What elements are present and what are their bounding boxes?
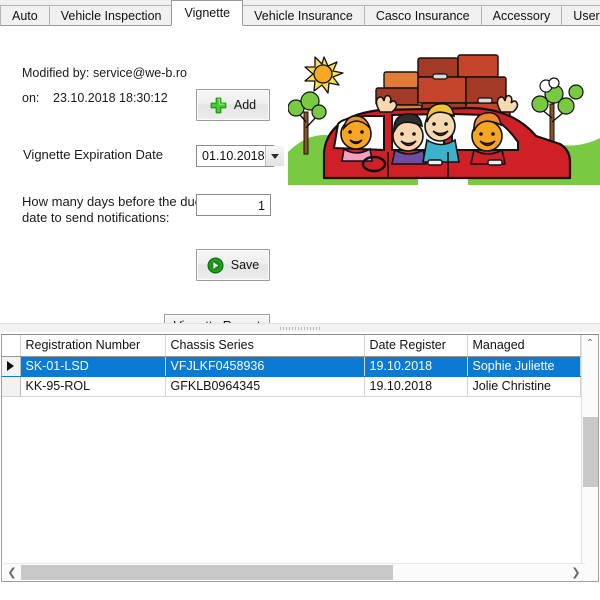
table-cell[interactable]: Sophie Juliette [467,356,581,377]
expiration-date-value: 01.10.2018 [202,149,265,163]
tab-bar: Auto Vehicle Inspection Vignette Vehicle In… [0,0,600,26]
tab-list: Auto Vehicle Inspection Vignette Vehicle In… [0,0,600,26]
vignette-data-grid: Registration Number Chassis Series Date … [1,334,599,582]
expiration-date-label: Vignette Expiration Date [23,147,163,162]
row-selector-cell[interactable] [2,376,21,397]
add-button-label: Add [233,97,257,112]
grid-vertical-scrollbar[interactable]: ⌃ ⌄ [581,335,598,581]
tab-auto[interactable]: Auto [0,5,49,26]
panel-splitter[interactable] [0,323,600,332]
table-row[interactable]: KK-95-ROL GFKLB0964345 19.10.2018 Jolie Chr… [2,376,581,397]
chevron-down-icon[interactable] [264,146,284,166]
modified-on-label: on: [22,91,40,105]
table-body: SK-01-LSD VFJLKF0458936 19.10.2018 Sophie J… [2,356,581,397]
tab-vignette[interactable]: Vignette [171,0,244,26]
modified-by-label: Modified by: [22,66,90,80]
scrollbar-corner [581,564,597,580]
tab-vehicle-insurance[interactable]: Vehicle Insurance [242,5,364,26]
vignette-form-panel: Modified by: service@we-b.ro on: 23.10.2… [0,26,600,323]
row-selector-cell[interactable] [2,356,21,377]
table-cell[interactable]: Jolie Christine [467,376,581,397]
table-cell[interactable]: GFKLB0964345 [165,376,365,397]
add-button[interactable]: Add [196,89,270,121]
horizontal-scrollbar-thumb[interactable] [21,565,393,580]
save-button-label: Save [230,257,260,272]
tab-users[interactable]: Users [561,5,600,26]
vignette-table: Registration Number Chassis Series Date … [2,335,581,397]
table-row[interactable]: SK-01-LSD VFJLKF0458936 19.10.2018 Sophie J… [2,356,581,377]
table-header-row: Registration Number Chassis Series Date … [2,335,581,357]
vignette-window: Auto Vehicle Inspection Vignette Vehicle In… [0,0,600,600]
tab-casco-insurance[interactable]: Casco Insurance [363,5,481,26]
grid-horizontal-scrollbar[interactable]: ❮ ❯ [3,563,585,580]
column-header-registration-number[interactable]: Registration Number [20,335,166,357]
notify-days-input[interactable] [196,194,271,216]
table-cell[interactable]: SK-01-LSD [20,356,166,377]
arrow-right-circle-icon [207,256,224,274]
table-cell[interactable]: 19.10.2018 [364,376,468,397]
splitter-grip-icon [280,327,320,330]
table-cell[interactable]: 19.10.2018 [364,356,468,377]
row-selector-header [2,335,21,357]
expiration-date-combobox[interactable]: 01.10.2018 [196,145,284,167]
modified-on-value: 23.10.2018 18:30:12 [53,91,168,105]
tab-vehicle-inspection[interactable]: Vehicle Inspection [48,5,173,26]
notify-days-label-line2: date to send notifications: [22,210,170,225]
tab-accessory[interactable]: Accessory [480,5,562,26]
vertical-scrollbar-thumb[interactable] [583,417,598,487]
column-header-managed[interactable]: Managed [467,335,581,357]
column-header-chassis-series[interactable]: Chassis Series [165,335,365,357]
row-selector-triangle-icon [7,361,14,371]
scroll-up-icon[interactable]: ⌃ [582,335,598,352]
table-cell[interactable]: KK-95-ROL [20,376,166,397]
table-cell[interactable]: VFJLKF0458936 [165,356,365,377]
notify-days-label-line1: How many days before the due [22,194,202,209]
save-button[interactable]: Save [196,249,270,281]
modified-by-value: service@we-b.ro [93,66,187,80]
vignette-report-button[interactable]: Vignette Report [164,314,270,323]
plus-icon [210,97,227,114]
column-header-date-register[interactable]: Date Register [364,335,468,357]
scroll-left-icon[interactable]: ❮ [3,564,21,580]
family-car-banner-image [288,52,600,185]
